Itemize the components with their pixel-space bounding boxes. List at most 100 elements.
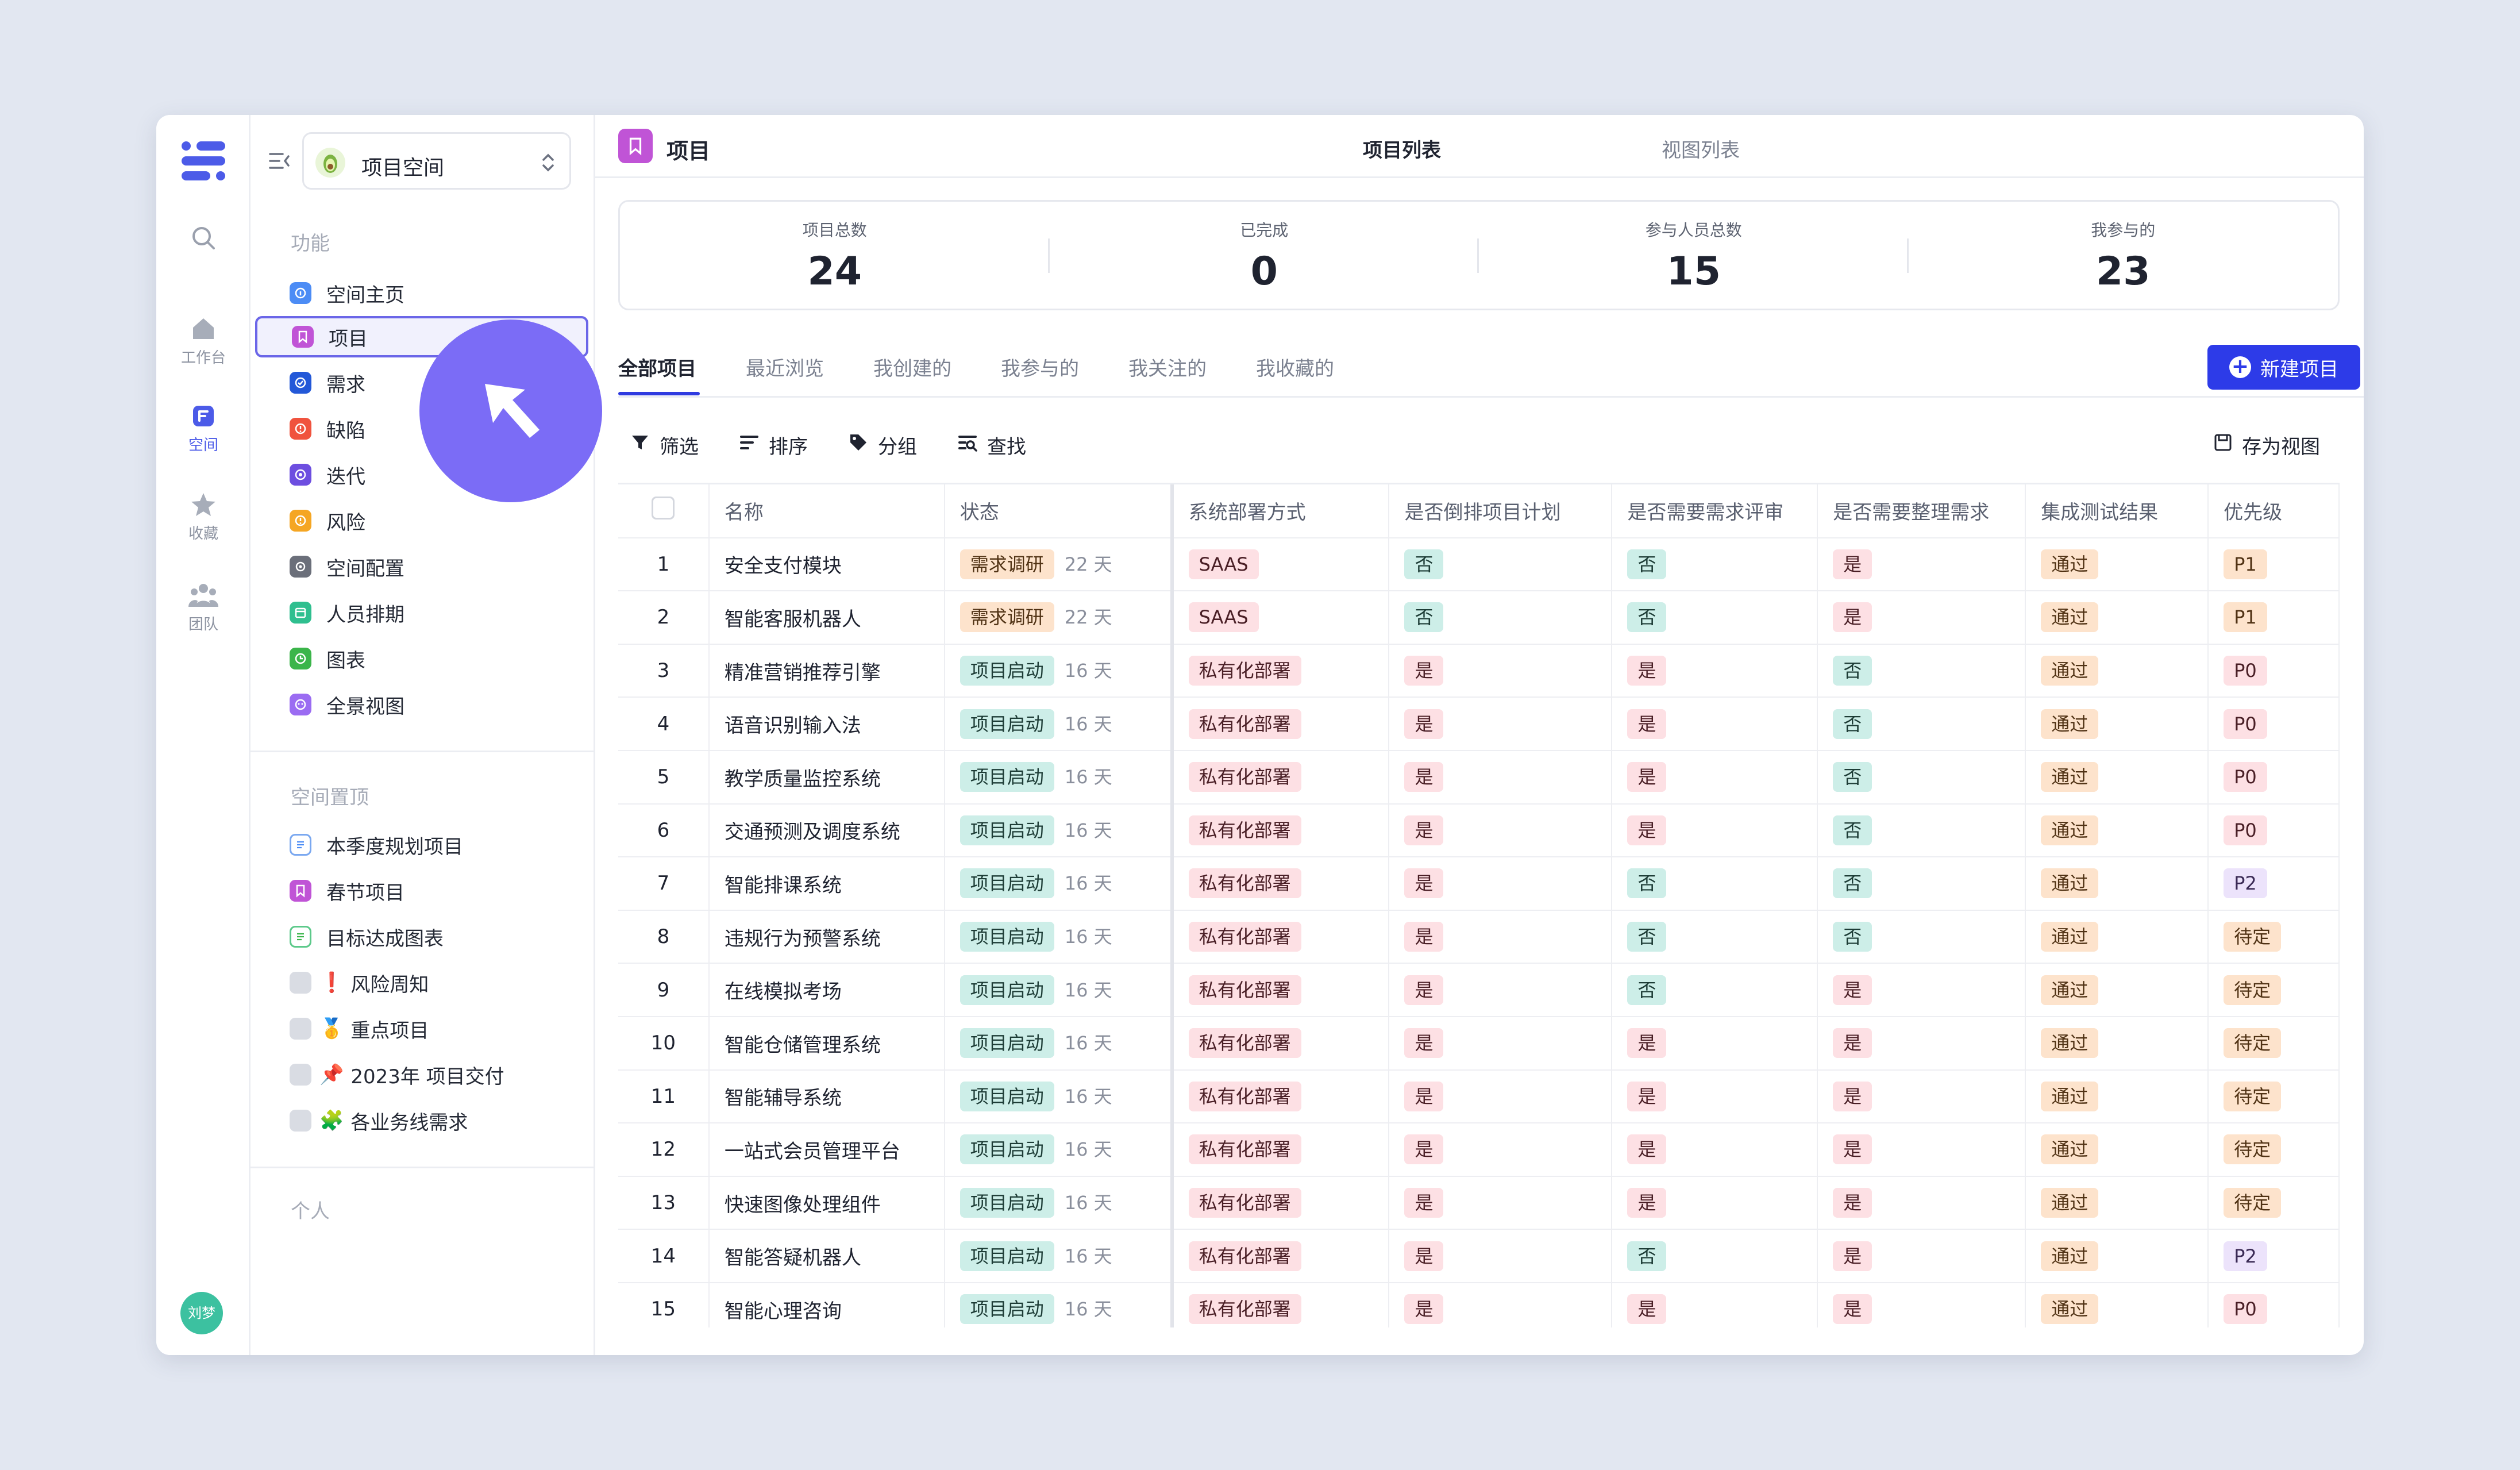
reverse-plan-cell[interactable]: 是 <box>1389 1229 1613 1283</box>
pinned-item-business-needs[interactable]: 🧩 各业务线需求 <box>255 1100 588 1141</box>
rail-space[interactable]: 空间 <box>156 402 251 455</box>
column-header[interactable]: 是否倒排项目计划 <box>1389 484 1613 538</box>
project-name[interactable]: 一站式会员管理平台 <box>708 1123 945 1177</box>
review-cell[interactable]: 是 <box>1612 1176 1818 1230</box>
priority-cell[interactable]: P0 <box>2208 644 2340 698</box>
test-result-cell[interactable]: 通过 <box>2025 591 2209 645</box>
tab-all-projects[interactable]: 全部项目 <box>618 353 696 381</box>
table-row[interactable]: 2 智能客服机器人 需求调研 22 天 SAAS 否 否 是 通过 P1 <box>618 591 2340 645</box>
table-row[interactable]: 1 安全支付模块 需求调研 22 天 SAAS 否 否 是 通过 P1 <box>618 537 2340 592</box>
tab-favorited[interactable]: 我收藏的 <box>1256 353 1334 381</box>
priority-cell[interactable]: P0 <box>2208 750 2340 805</box>
test-result-cell[interactable]: 通过 <box>2025 750 2209 805</box>
priority-cell[interactable]: 待定 <box>2208 1069 2340 1124</box>
priority-cell[interactable]: P1 <box>2208 591 2340 645</box>
organize-cell[interactable]: 否 <box>1817 803 2026 858</box>
status-cell[interactable]: 项目启动 16 天 <box>944 857 1173 911</box>
priority-cell[interactable]: P2 <box>2208 1229 2340 1283</box>
reverse-plan-cell[interactable]: 否 <box>1389 591 1613 645</box>
organize-cell[interactable]: 否 <box>1817 910 2026 964</box>
status-cell[interactable]: 项目启动 16 天 <box>944 1282 1173 1327</box>
review-cell[interactable]: 否 <box>1612 857 1818 911</box>
organize-cell[interactable]: 是 <box>1817 1016 2026 1071</box>
column-header[interactable]: 系统部署方式 <box>1170 484 1390 538</box>
project-name[interactable]: 智能仓储管理系统 <box>708 1016 945 1071</box>
review-cell[interactable]: 是 <box>1612 750 1818 805</box>
space-selector[interactable]: 项目空间 <box>302 132 571 190</box>
tab-created-by-me[interactable]: 我创建的 <box>873 353 951 381</box>
organize-cell[interactable]: 否 <box>1817 857 2026 911</box>
review-cell[interactable]: 是 <box>1612 1069 1818 1124</box>
priority-cell[interactable]: 待定 <box>2208 910 2340 964</box>
table-row[interactable]: 3 精准营销推荐引擎 项目启动 16 天 私有化部署 是 是 否 通过 P0 <box>618 644 2340 698</box>
column-header[interactable]: 是否需要需求评审 <box>1612 484 1818 538</box>
review-cell[interactable]: 否 <box>1612 1229 1818 1283</box>
test-result-cell[interactable]: 通过 <box>2025 1282 2209 1327</box>
reverse-plan-cell[interactable]: 是 <box>1389 910 1613 964</box>
sidebar-item-space-config[interactable]: 空间配置 <box>255 546 588 587</box>
reverse-plan-cell[interactable]: 是 <box>1389 857 1613 911</box>
column-header[interactable]: 优先级 <box>2208 484 2340 538</box>
review-cell[interactable]: 是 <box>1612 1123 1818 1177</box>
tab-view-list[interactable]: 视图列表 <box>1662 134 1740 163</box>
status-cell[interactable]: 项目启动 16 天 <box>944 910 1173 964</box>
status-cell[interactable]: 项目启动 16 天 <box>944 697 1173 751</box>
sidebar-item-panorama[interactable]: 全景视图 <box>255 684 588 725</box>
deploy-cell[interactable]: 私有化部署 <box>1170 963 1390 1017</box>
deploy-cell[interactable]: 私有化部署 <box>1170 750 1390 805</box>
review-cell[interactable]: 否 <box>1612 963 1818 1017</box>
column-header[interactable]: 名称 <box>708 484 945 538</box>
reverse-plan-cell[interactable]: 是 <box>1389 963 1613 1017</box>
test-result-cell[interactable]: 通过 <box>2025 910 2209 964</box>
tab-recent[interactable]: 最近浏览 <box>746 353 824 381</box>
project-name[interactable]: 智能辅导系统 <box>708 1069 945 1124</box>
review-cell[interactable]: 否 <box>1612 591 1818 645</box>
organize-cell[interactable]: 否 <box>1817 644 2026 698</box>
organize-cell[interactable]: 是 <box>1817 591 2026 645</box>
user-avatar[interactable]: 刘梦 <box>180 1292 223 1334</box>
review-cell[interactable]: 是 <box>1612 644 1818 698</box>
table-row[interactable]: 8 违规行为预警系统 项目启动 16 天 私有化部署 是 否 否 通过 待定 <box>618 910 2340 964</box>
filter-button[interactable]: 筛选 <box>630 431 699 459</box>
test-result-cell[interactable]: 通过 <box>2025 1069 2209 1124</box>
reverse-plan-cell[interactable]: 否 <box>1389 537 1613 592</box>
status-cell[interactable]: 项目启动 16 天 <box>944 1123 1173 1177</box>
status-cell[interactable]: 需求调研 22 天 <box>944 591 1173 645</box>
project-name[interactable]: 智能客服机器人 <box>708 591 945 645</box>
status-cell[interactable]: 项目启动 16 天 <box>944 1176 1173 1230</box>
status-cell[interactable]: 项目启动 16 天 <box>944 803 1173 858</box>
table-row[interactable]: 15 智能心理咨询 项目启动 16 天 私有化部署 是 是 是 通过 P0 <box>618 1282 2340 1327</box>
column-header[interactable]: 状态 <box>944 484 1173 538</box>
sidebar-item-charts[interactable]: 图表 <box>255 638 588 679</box>
sidebar-item-space-home[interactable]: 空间主页 <box>255 272 588 314</box>
table-row[interactable]: 14 智能答疑机器人 项目启动 16 天 私有化部署 是 否 是 通过 P2 <box>618 1229 2340 1283</box>
status-cell[interactable]: 需求调研 22 天 <box>944 537 1173 592</box>
new-project-button[interactable]: + 新建项目 <box>2207 345 2360 390</box>
sidebar-item-staff-schedule[interactable]: 人员排期 <box>255 592 588 633</box>
reverse-plan-cell[interactable]: 是 <box>1389 1016 1613 1071</box>
reverse-plan-cell[interactable]: 是 <box>1389 1069 1613 1124</box>
deploy-cell[interactable]: 私有化部署 <box>1170 1016 1390 1071</box>
priority-cell[interactable]: P0 <box>2208 803 2340 858</box>
deploy-cell[interactable]: 私有化部署 <box>1170 1069 1390 1124</box>
deploy-cell[interactable]: 私有化部署 <box>1170 1123 1390 1177</box>
select-all-checkbox[interactable] <box>652 497 675 520</box>
sort-button[interactable]: 排序 <box>739 431 808 459</box>
status-cell[interactable]: 项目启动 16 天 <box>944 1069 1173 1124</box>
column-header[interactable]: 是否需要整理需求 <box>1817 484 2026 538</box>
test-result-cell[interactable]: 通过 <box>2025 1176 2209 1230</box>
organize-cell[interactable]: 是 <box>1817 1229 2026 1283</box>
deploy-cell[interactable]: 私有化部署 <box>1170 803 1390 858</box>
table-row[interactable]: 7 智能排课系统 项目启动 16 天 私有化部署 是 否 否 通过 P2 <box>618 857 2340 911</box>
review-cell[interactable]: 否 <box>1612 910 1818 964</box>
priority-cell[interactable]: P0 <box>2208 1282 2340 1327</box>
review-cell[interactable]: 是 <box>1612 803 1818 858</box>
deploy-cell[interactable]: SAAS <box>1170 591 1390 645</box>
deploy-cell[interactable]: 私有化部署 <box>1170 1282 1390 1327</box>
status-cell[interactable]: 项目启动 16 天 <box>944 963 1173 1017</box>
rail-team[interactable]: 团队 <box>156 582 251 634</box>
organize-cell[interactable]: 是 <box>1817 1282 2026 1327</box>
group-button[interactable]: 分组 <box>848 431 917 459</box>
app-logo-icon[interactable] <box>179 140 228 182</box>
sidebar-item-risk[interactable]: 风险 <box>255 500 588 541</box>
